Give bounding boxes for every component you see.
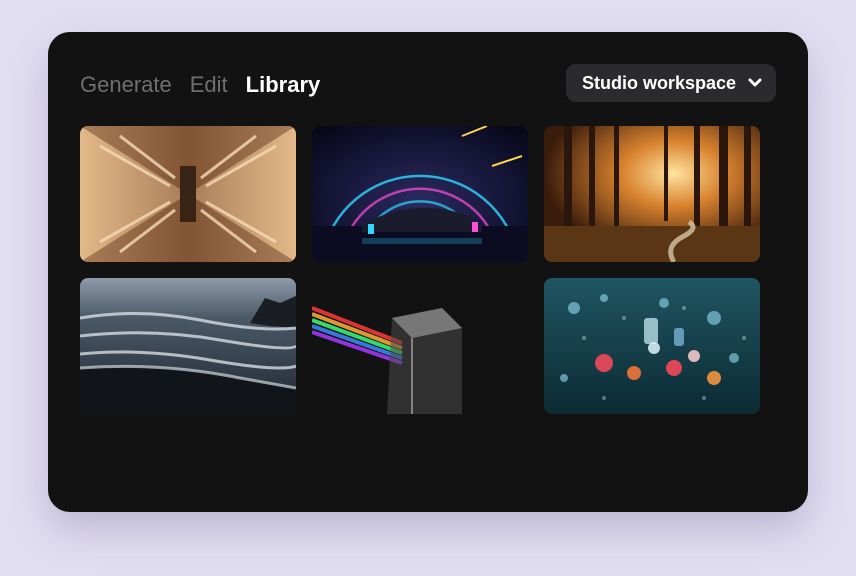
gallery-image-neon-car[interactable]: [312, 126, 528, 262]
gallery-image-ocean-waves[interactable]: [80, 278, 296, 414]
workspace-dropdown[interactable]: Studio workspace: [565, 64, 776, 102]
mode-tabs: Generate Edit Library: [80, 72, 320, 98]
workspace-label: Studio workspace: [581, 72, 736, 93]
tab-edit[interactable]: Edit: [190, 72, 228, 98]
library-panel: Generate Edit Library Studio workspace: [48, 32, 808, 512]
gallery-image-rainy-window[interactable]: [544, 278, 760, 414]
tab-library[interactable]: Library: [246, 72, 321, 98]
gallery-image-architecture[interactable]: [80, 126, 296, 262]
image-grid: [80, 126, 760, 414]
tab-generate[interactable]: Generate: [80, 72, 172, 98]
chevron-down-icon: [748, 78, 762, 88]
gallery-image-prism[interactable]: [312, 278, 528, 414]
gallery-image-autumn-forest[interactable]: [544, 126, 760, 262]
